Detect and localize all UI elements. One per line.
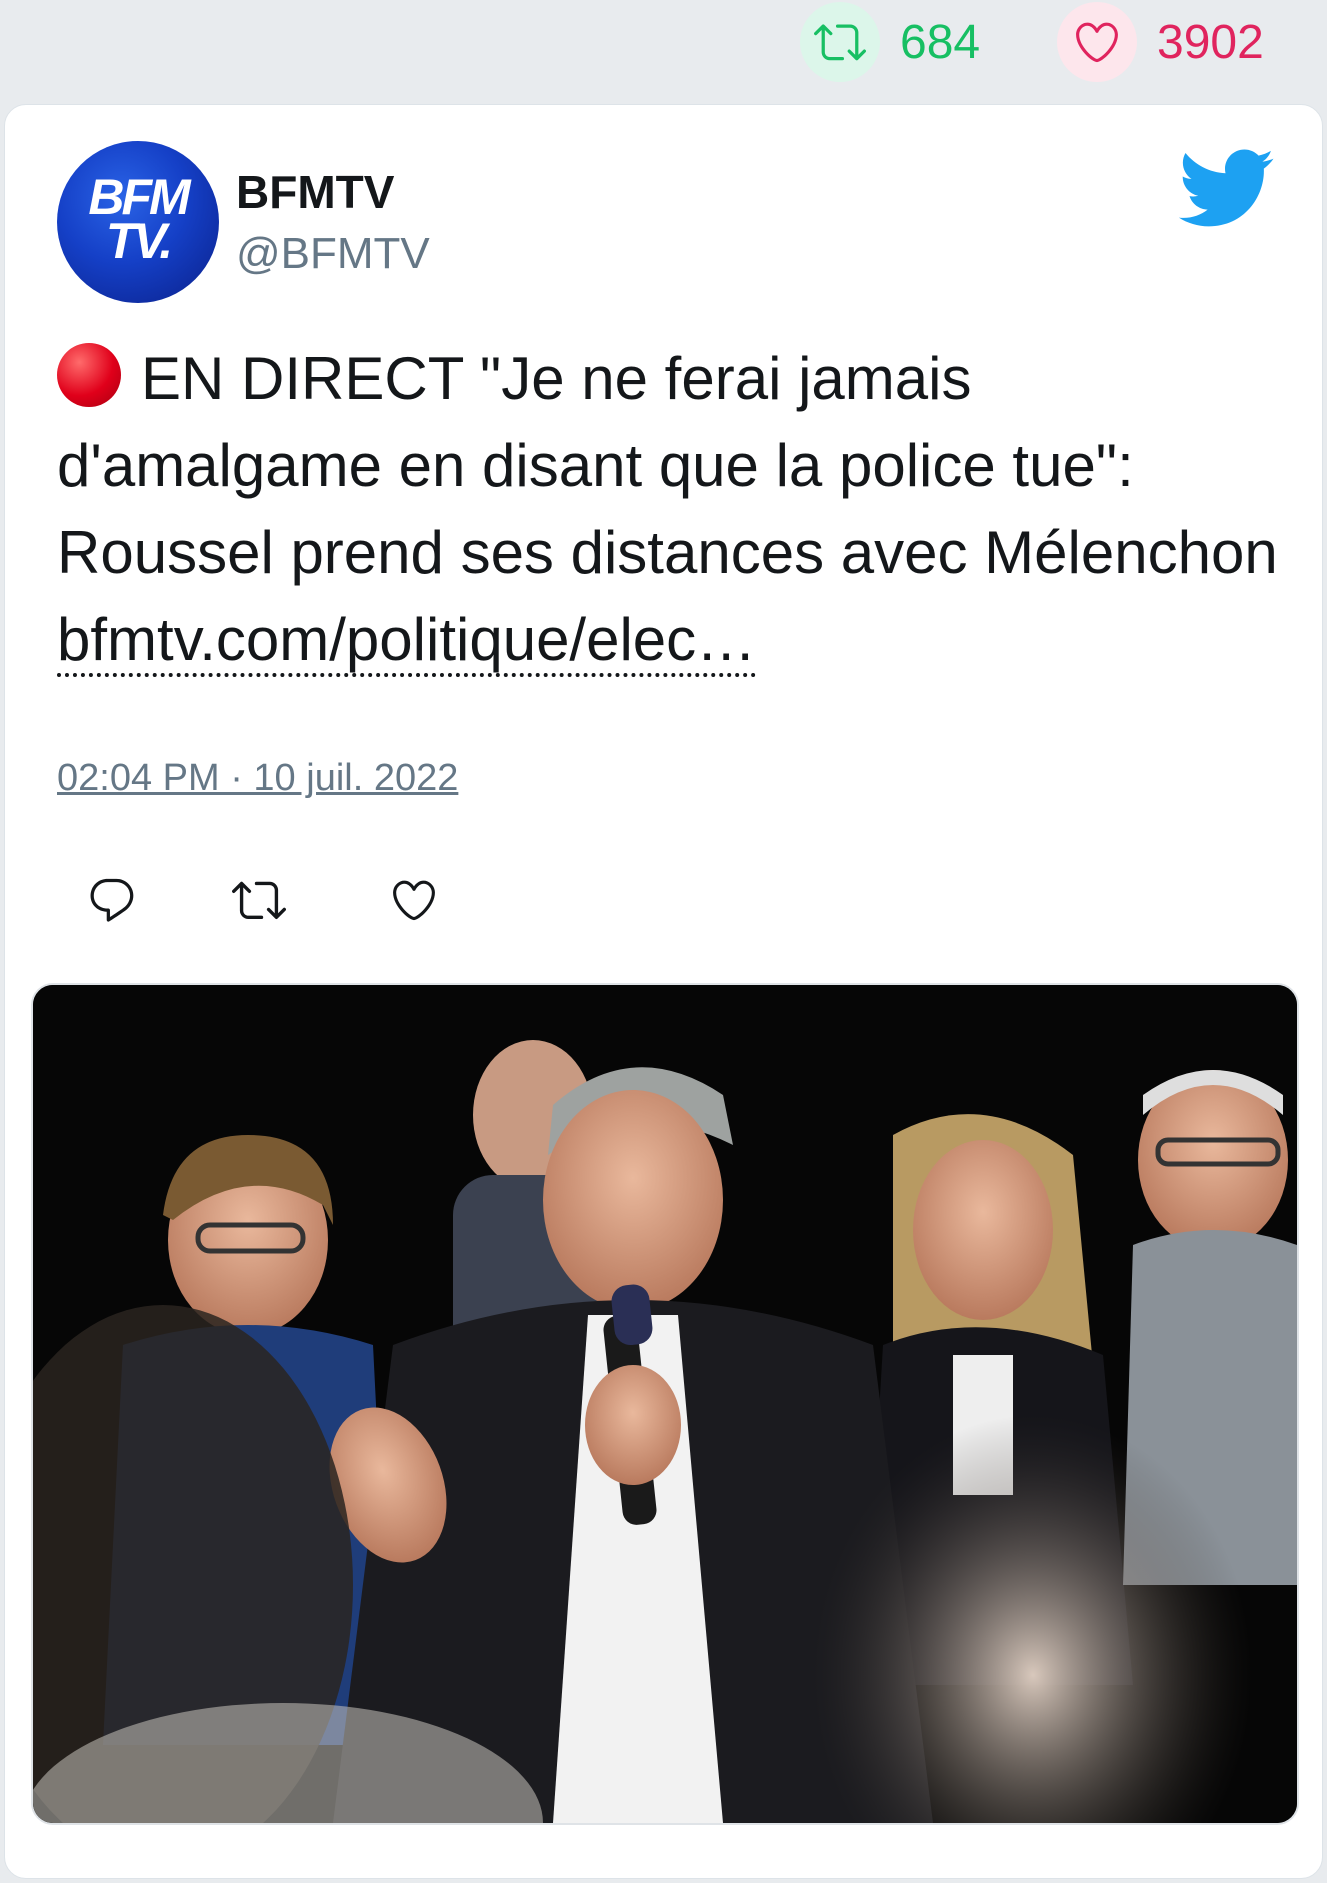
like-icon[interactable]	[379, 865, 449, 935]
twitter-bird-icon[interactable]	[1175, 145, 1275, 231]
heart-icon	[1057, 2, 1137, 82]
photo-illustration	[33, 985, 1297, 1823]
tweet-timestamp[interactable]: 02:04 PM · 10 juil. 2022	[57, 757, 458, 800]
author-handle[interactable]: @BFMTV	[236, 229, 430, 279]
bfmtv-logo: BFM TV.	[88, 169, 190, 269]
tweet-link[interactable]: bfmtv.com/politique/elec…	[57, 606, 757, 677]
tweet-body: EN DIRECT "Je ne ferai jamais d'amalgame…	[57, 345, 1278, 586]
like-count-value: 3902	[1157, 15, 1264, 69]
reply-icon[interactable]	[77, 865, 147, 935]
retweet-count-value: 684	[900, 15, 981, 69]
retweet-count[interactable]: 684	[800, 0, 980, 84]
red-circle-icon	[57, 343, 121, 407]
avatar[interactable]: BFM TV.	[57, 141, 219, 303]
tweet-text: EN DIRECT "Je ne ferai jamais d'amalgame…	[57, 335, 1287, 683]
tweet-photo[interactable]	[31, 983, 1299, 1825]
engagement-stats: 684 3902	[0, 0, 1327, 100]
tweet-card[interactable]: BFM TV. BFMTV @BFMTV EN DIRECT "Je ne fer…	[4, 104, 1323, 1879]
like-count[interactable]: 3902	[1057, 0, 1264, 84]
retweet-icon	[800, 2, 880, 82]
retweet-action-icon[interactable]	[224, 865, 294, 935]
author-name[interactable]: BFMTV	[236, 165, 394, 219]
